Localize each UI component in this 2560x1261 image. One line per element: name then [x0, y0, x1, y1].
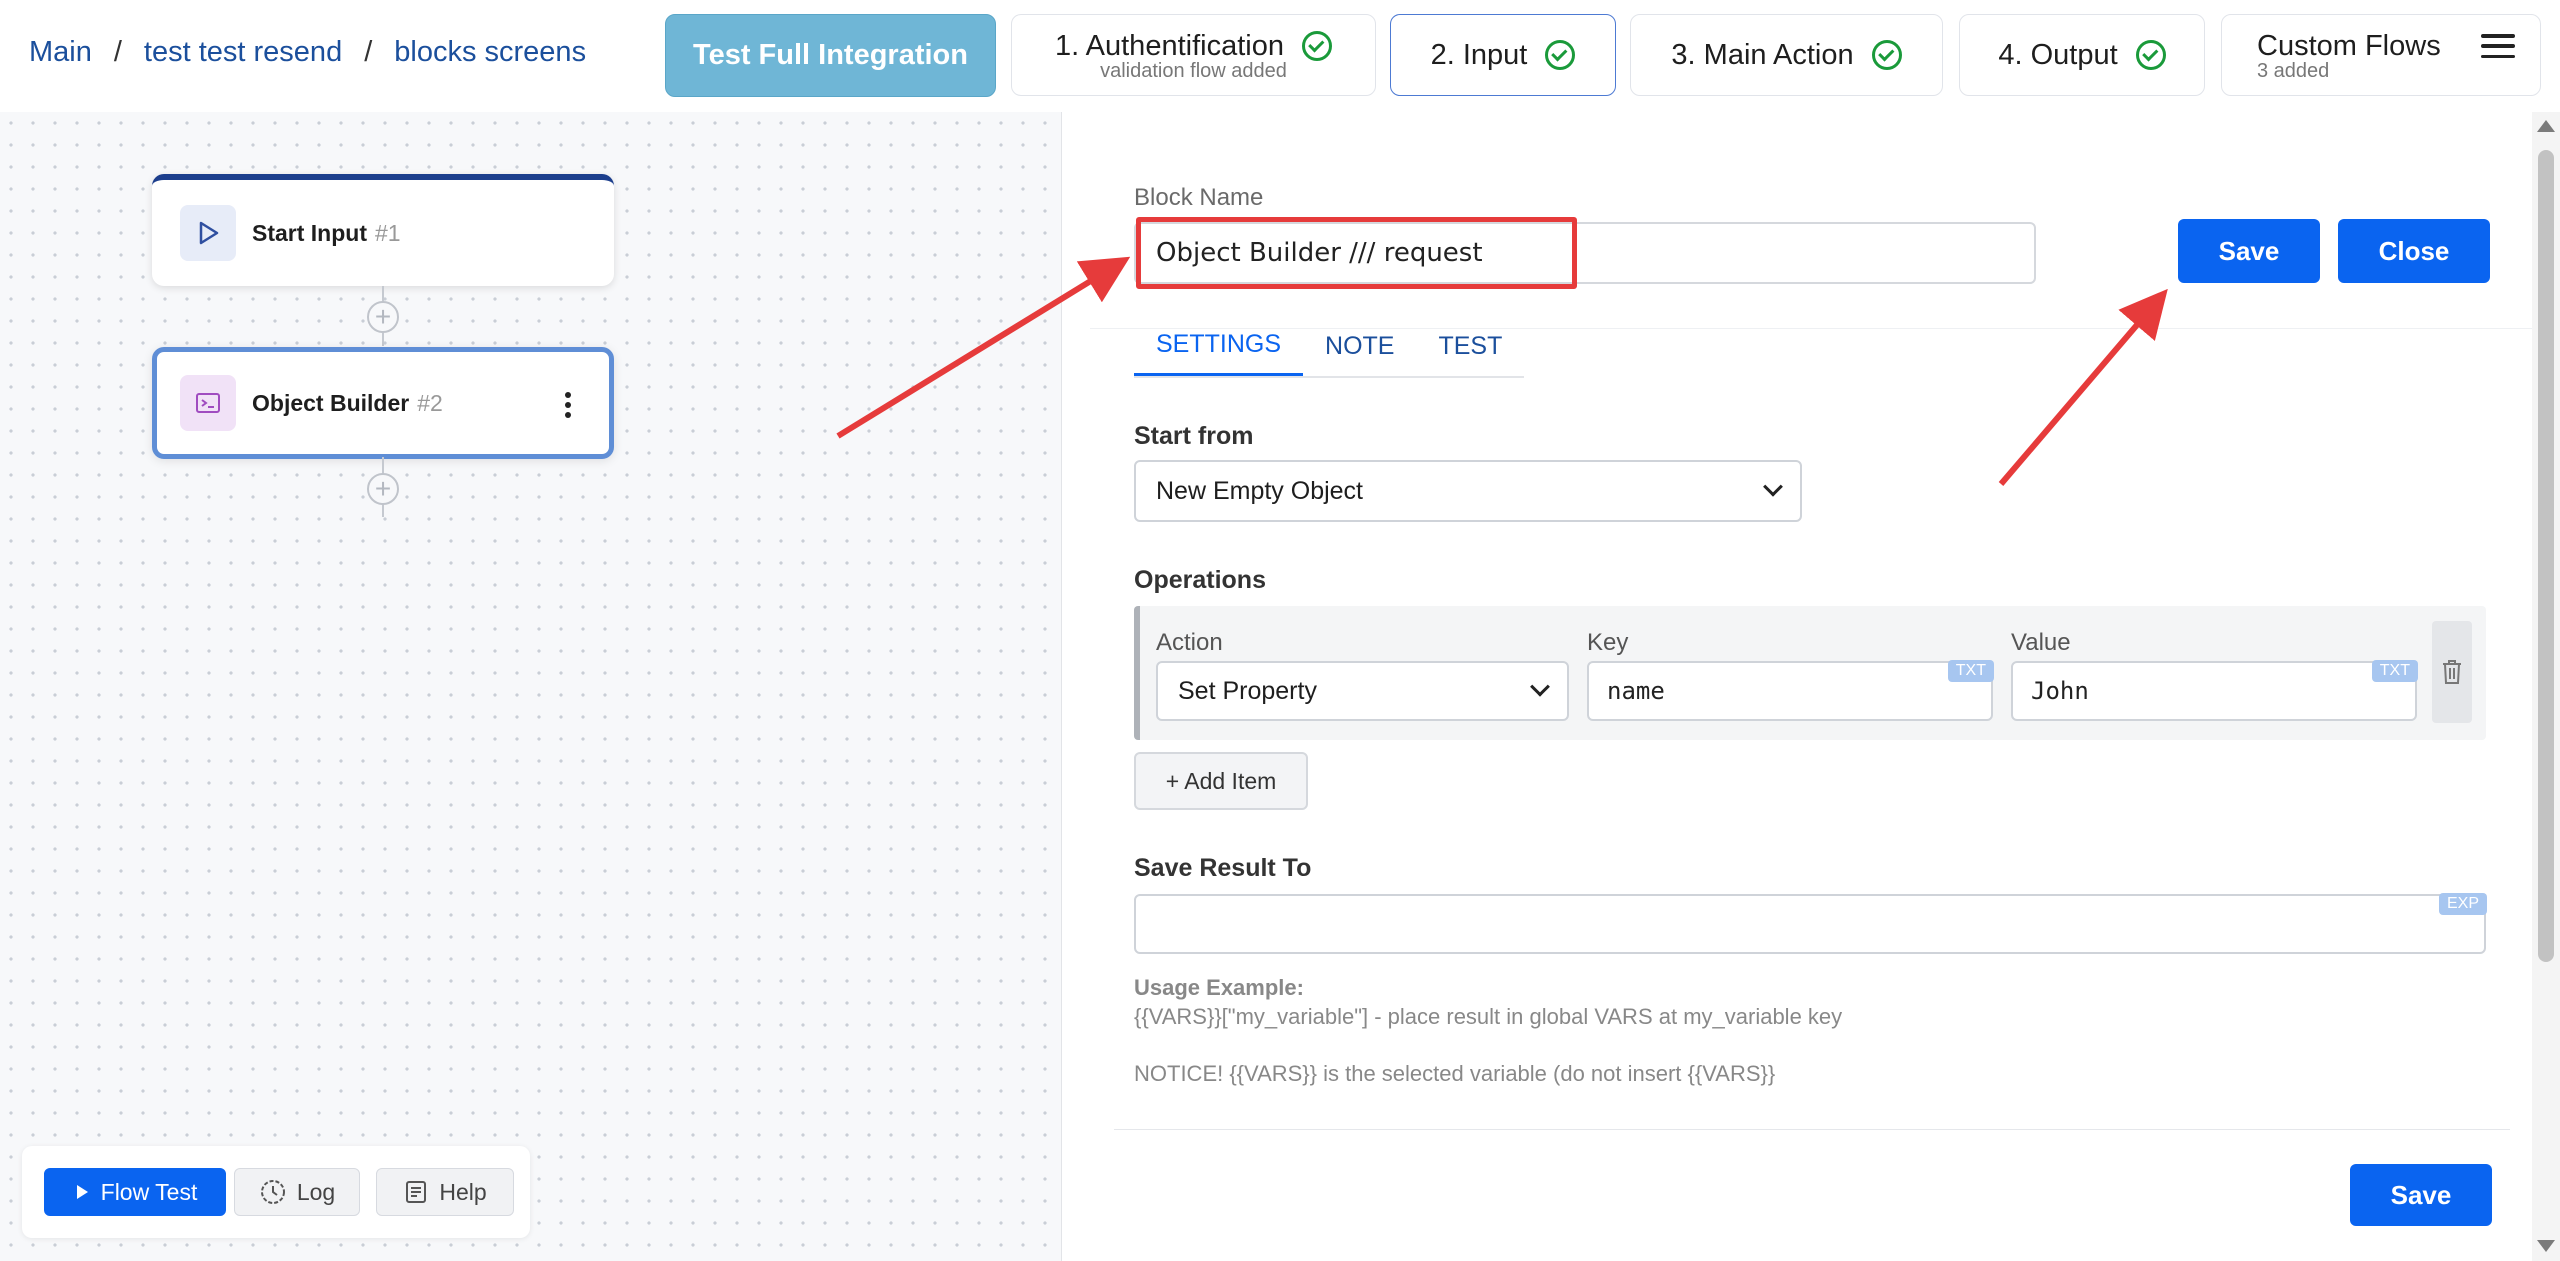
- breadcrumb-separator: /: [113, 36, 122, 68]
- custom-flows-button[interactable]: Custom Flows 3 added: [2221, 14, 2541, 96]
- block-name-input[interactable]: Object Builder /// request: [1134, 222, 2036, 284]
- flow-test-label: Flow Test: [100, 1178, 198, 1205]
- help-button[interactable]: Help: [376, 1168, 514, 1216]
- start-from-label: Start from: [1134, 422, 1254, 450]
- menu-icon: [2480, 34, 2515, 58]
- start-from-select[interactable]: New Empty Object: [1134, 460, 1802, 522]
- trash-icon: [2443, 660, 2461, 684]
- add-node-plus-icon[interactable]: +: [367, 301, 399, 333]
- operations-label: Operations: [1134, 566, 1266, 594]
- tab-note[interactable]: NOTE: [1303, 316, 1416, 376]
- save-button[interactable]: Save: [2178, 219, 2320, 283]
- tab-test[interactable]: TEST: [1416, 316, 1524, 376]
- step-output-button[interactable]: 4. Output: [1959, 14, 2205, 96]
- step-main-action-button[interactable]: 3. Main Action: [1630, 14, 1943, 96]
- txt-badge: TXT: [1947, 660, 1994, 682]
- save-button-bottom[interactable]: Save: [2350, 1164, 2492, 1226]
- step-input-button[interactable]: 2. Input: [1390, 14, 1616, 96]
- step-label: Custom Flows: [2257, 29, 2441, 62]
- value-label: Value: [2011, 629, 2071, 656]
- action-label: Action: [1156, 629, 1223, 656]
- flow-node-object-builder[interactable]: Object Builder #2: [152, 347, 614, 459]
- close-button[interactable]: Close: [2338, 219, 2490, 283]
- breadcrumb-item-main[interactable]: Main: [29, 36, 92, 69]
- step-sublabel: 3 added: [2257, 59, 2330, 82]
- breadcrumb-item-project[interactable]: test test resend: [144, 36, 342, 69]
- check-circle-icon: [1871, 40, 1902, 70]
- key-value: name: [1607, 677, 1665, 705]
- node-number: #1: [375, 219, 401, 246]
- scroll-up-arrow-icon[interactable]: [2537, 120, 2555, 132]
- check-circle-icon: [1545, 40, 1576, 70]
- breadcrumb: Main / test test resend / blocks screens: [29, 36, 586, 69]
- breadcrumb-separator: /: [364, 36, 373, 68]
- chevron-down-icon: [1763, 476, 1783, 497]
- key-label: Key: [1587, 629, 1629, 656]
- step-label: 2. Input: [1430, 38, 1528, 71]
- txt-badge: TXT: [2371, 660, 2418, 682]
- flow-canvas[interactable]: Start Input #1 + Object Builder #2 +: [0, 112, 1062, 1261]
- node-title: Start Input: [252, 219, 367, 246]
- log-label: Log: [296, 1178, 336, 1205]
- terminal-icon: [180, 375, 236, 431]
- exp-badge: EXP: [2438, 893, 2487, 915]
- chevron-down-icon: [1530, 676, 1550, 697]
- action-value: Set Property: [1178, 676, 1317, 705]
- divider: [1114, 1129, 2510, 1130]
- value-input[interactable]: John TXT: [2011, 660, 2418, 721]
- help-label: Help: [439, 1178, 487, 1205]
- delete-operation-button[interactable]: [2432, 621, 2472, 723]
- scrollbar-thumb[interactable]: [2538, 150, 2554, 962]
- check-circle-icon: [2135, 40, 2166, 70]
- breadcrumb-item-current[interactable]: blocks screens: [394, 36, 586, 69]
- top-bar: Main / test test resend / blocks screens…: [0, 0, 2560, 112]
- value-value: John: [2031, 677, 2089, 705]
- step-label: 4. Output: [1998, 38, 2118, 71]
- step-sublabel: validation flow added: [1100, 59, 1287, 82]
- tab-settings[interactable]: SETTINGS: [1134, 316, 1304, 376]
- flow-test-button[interactable]: Flow Test: [44, 1168, 226, 1216]
- start-from-value: New Empty Object: [1156, 476, 1364, 505]
- save-result-label: Save Result To: [1134, 854, 1312, 882]
- usage-example-text: {{VARS}}["my_variable"] - place result i…: [1134, 1004, 1843, 1029]
- play-icon: [76, 1185, 88, 1199]
- step-label: 3. Main Action: [1671, 38, 1854, 71]
- document-icon: [406, 1181, 427, 1203]
- play-icon: [180, 205, 236, 261]
- flow-node-start-input[interactable]: Start Input #1: [152, 174, 614, 286]
- canvas-toolbar: Flow Test Log Help: [22, 1146, 530, 1238]
- node-title: Object Builder: [252, 389, 410, 416]
- step-authentification-button[interactable]: 1. Authentification validation flow adde…: [1011, 14, 1376, 96]
- test-full-integration-button[interactable]: Test Full Integration: [665, 14, 996, 97]
- action-select[interactable]: Set Property: [1156, 661, 1569, 721]
- node-number: #2: [417, 389, 443, 416]
- add-item-button[interactable]: + Add Item: [1134, 752, 1308, 810]
- key-input[interactable]: name TXT: [1587, 660, 1994, 721]
- step-label: 1. Authentification: [1055, 29, 1284, 62]
- log-button[interactable]: Log: [234, 1168, 360, 1216]
- add-node-plus-icon[interactable]: +: [367, 473, 399, 505]
- panel-tabs: SETTINGS NOTE TEST: [1134, 316, 1525, 378]
- save-result-input[interactable]: EXP: [1134, 893, 2487, 954]
- scroll-down-arrow-icon[interactable]: [2537, 1240, 2555, 1252]
- clock-icon: [260, 1180, 285, 1204]
- kebab-menu-icon[interactable]: [565, 392, 571, 418]
- block-name-label: Block Name: [1134, 184, 1264, 211]
- notice-text: NOTICE! {{VARS}} is the selected variabl…: [1134, 1061, 1776, 1086]
- usage-example-title: Usage Example:: [1134, 975, 1304, 1000]
- check-circle-icon: [1301, 31, 1332, 61]
